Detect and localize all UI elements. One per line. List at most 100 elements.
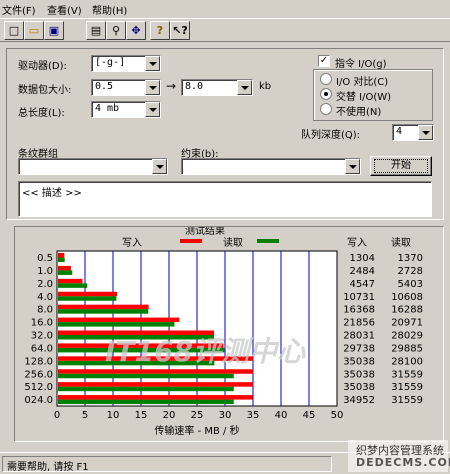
- bar-write: [58, 265, 71, 271]
- menu-help[interactable]: 帮助(H): [92, 2, 127, 17]
- value-write: 2484: [350, 266, 375, 277]
- category-label: 8.0: [37, 305, 53, 316]
- radio-alternate-label: 交替 I/O(W): [336, 92, 392, 103]
- chevron-down-icon[interactable]: [152, 159, 167, 174]
- value-write: 4547: [350, 279, 375, 290]
- value-read: 2728: [398, 266, 423, 277]
- move-icon[interactable]: ✥: [126, 21, 146, 40]
- chevron-down-icon[interactable]: [145, 56, 160, 71]
- packet-size-label: 数据包大小:: [18, 85, 72, 96]
- status-text: 需要帮助, 请按 F1: [7, 462, 89, 473]
- value-read: 10608: [391, 292, 423, 303]
- description-box[interactable]: << 描述 >>: [18, 181, 432, 217]
- value-write: 28031: [343, 331, 375, 342]
- menu-bar: 文件(F) 查看(V) 帮助(H): [0, 0, 450, 17]
- bar-write: [58, 317, 180, 323]
- x-tick-label: 30: [219, 410, 232, 421]
- bar-write: [58, 369, 254, 374]
- constraint-select[interactable]: [181, 158, 361, 175]
- io-checkbox-label: 指令 I/O(g): [335, 59, 387, 70]
- category-label: 4.0: [37, 292, 53, 303]
- bar-write: [58, 395, 253, 400]
- chevron-down-icon[interactable]: [145, 102, 160, 117]
- chevron-down-icon[interactable]: [237, 80, 252, 95]
- bar-write: [58, 304, 149, 310]
- menu-view[interactable]: 查看(V): [47, 2, 82, 17]
- bar-write: [58, 291, 118, 297]
- bar-read: [58, 270, 73, 275]
- x-tick-label: 25: [191, 410, 204, 421]
- radio-none-label: 不使用(N): [336, 107, 382, 118]
- category-label: 256.0: [24, 369, 53, 380]
- menu-file[interactable]: 文件(F): [2, 2, 36, 17]
- table-header-write: 写入: [347, 237, 367, 249]
- results-chart: 测试结果 写入 读取 写入 读取 0.5 1.0 2.0 4.0 8.0 16.0 32.0…: [24, 227, 423, 437]
- queue-depth-label: 队列深度(Q):: [301, 130, 361, 141]
- legend-read-swatch: [257, 239, 279, 243]
- value-write: 35038: [343, 369, 375, 380]
- category-label: 0.5: [37, 253, 53, 264]
- category-label: 32.0: [31, 331, 53, 342]
- drive-label: 驱动器(D):: [18, 61, 67, 72]
- table-header-read: 读取: [391, 236, 411, 249]
- value-write: 10731: [343, 292, 375, 303]
- chevron-down-icon[interactable]: [345, 159, 360, 174]
- bar-read: [58, 373, 234, 379]
- io-checkbox[interactable]: ✓: [318, 55, 330, 67]
- packet-from-select[interactable]: 0.5: [91, 79, 161, 96]
- category-label: 128.0: [24, 356, 53, 367]
- bar-write: [58, 278, 83, 284]
- radio-compare[interactable]: [320, 73, 332, 85]
- packet-unit: kb: [259, 81, 272, 92]
- value-read: 31559: [391, 369, 423, 380]
- legend-write-label: 写入: [122, 237, 142, 249]
- watermark: IT168评测中心: [105, 335, 306, 368]
- radio-none[interactable]: [320, 103, 332, 115]
- x-tick-label: 20: [163, 410, 176, 421]
- radio-compare-label: I/O 对比(C): [336, 77, 389, 88]
- new-icon[interactable]: □: [4, 21, 24, 40]
- category-label: 2.0: [37, 279, 53, 290]
- x-tick-label: 5: [82, 410, 88, 421]
- x-tick-label: 0: [54, 410, 60, 421]
- value-read: 29885: [391, 343, 423, 354]
- radio-alternate[interactable]: [320, 88, 332, 100]
- legend-write-swatch: [180, 239, 202, 243]
- stripe-group-select[interactable]: [18, 158, 168, 175]
- print-icon[interactable]: ▤: [86, 21, 106, 40]
- queue-depth-select[interactable]: 4: [392, 124, 434, 141]
- x-tick-label: 45: [303, 410, 316, 421]
- x-tick-label: 10: [107, 410, 120, 421]
- bar-read: [58, 283, 88, 288]
- value-write: 35038: [343, 382, 375, 393]
- bar-read: [58, 257, 65, 262]
- value-write: 34952: [343, 395, 375, 406]
- category-label: 1.0: [37, 266, 53, 277]
- chevron-down-icon[interactable]: [145, 80, 160, 95]
- toolbar: □ ▭ ▣ ▤ ⚲ ✥ ? ↖?: [0, 18, 450, 42]
- value-read: 16288: [391, 305, 423, 316]
- help-icon[interactable]: ?: [150, 21, 170, 40]
- arrow-right-icon: →: [166, 79, 177, 93]
- bar-read: [58, 399, 234, 405]
- context-help-icon[interactable]: ↖?: [170, 21, 190, 40]
- total-length-select[interactable]: 4 mb: [91, 101, 161, 118]
- save-icon[interactable]: ▣: [44, 21, 64, 40]
- x-tick-label: 35: [247, 410, 260, 421]
- start-button[interactable]: 开始: [370, 156, 432, 176]
- category-label: 16.0: [31, 318, 53, 329]
- value-write: 21856: [343, 318, 375, 329]
- value-read: 1370: [398, 253, 423, 264]
- value-read: 31559: [391, 395, 423, 406]
- chevron-down-icon[interactable]: [418, 125, 433, 140]
- drive-select[interactable]: [-g-]: [91, 55, 161, 72]
- corner-watermark: 织梦内容管理系统 DEDECMS.COM: [348, 440, 450, 472]
- print-preview-icon[interactable]: ⚲: [106, 21, 126, 40]
- corner-watermark-line2: DEDECMS.COM: [356, 456, 450, 469]
- open-icon[interactable]: ▭: [24, 21, 44, 40]
- value-read: 31559: [391, 382, 423, 393]
- value-read: 28100: [391, 356, 423, 367]
- packet-to-select[interactable]: 8.0: [181, 79, 253, 96]
- value-read: 28029: [391, 331, 423, 342]
- x-tick-label: 15: [135, 410, 148, 421]
